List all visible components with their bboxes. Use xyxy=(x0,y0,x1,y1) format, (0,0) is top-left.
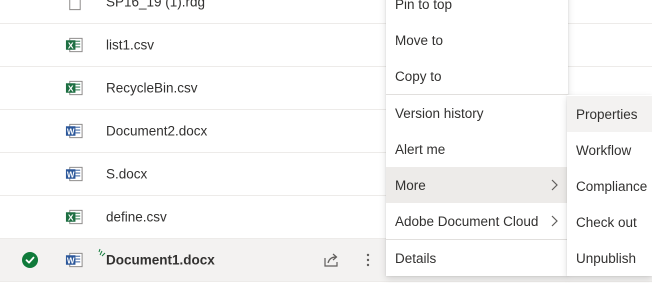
menu-item-adobe-document-cloud[interactable]: Adobe Document Cloud xyxy=(386,203,568,239)
file-name[interactable]: S.docx xyxy=(106,167,147,182)
menu-item-label: Alert me xyxy=(395,141,446,157)
row-select-checkbox[interactable] xyxy=(22,37,38,53)
submenu-item-properties[interactable]: Properties xyxy=(567,96,652,132)
svg-text:W: W xyxy=(67,127,75,136)
menu-item-label: Move to xyxy=(395,32,444,48)
menu-item-version-history[interactable]: Version history xyxy=(386,95,568,131)
menu-item-label: Compliance xyxy=(576,178,648,194)
row-select-checkbox[interactable] xyxy=(22,0,38,10)
menu-item-details[interactable]: Details xyxy=(386,240,568,276)
row-select-checkbox[interactable] xyxy=(22,123,38,139)
submenu-item-compliance[interactable]: Compliance xyxy=(567,168,652,204)
more-submenu: Properties Workflow Compliance Check out… xyxy=(567,95,652,276)
chevron-right-icon xyxy=(551,179,558,191)
menu-item-label: Pin to top xyxy=(395,0,453,12)
row-select-checkbox[interactable] xyxy=(22,80,38,96)
row-select-checkbox[interactable] xyxy=(22,209,38,225)
menu-item-move-to[interactable]: Move to xyxy=(386,22,568,58)
chevron-right-icon xyxy=(551,215,558,227)
menu-item-label: Details xyxy=(395,250,437,266)
svg-text:X: X xyxy=(68,83,74,93)
svg-text:X: X xyxy=(68,40,74,50)
file-name[interactable]: define.csv xyxy=(106,210,167,225)
menu-item-pin-to-top[interactable]: Pin to top xyxy=(386,0,568,22)
menu-item-label: Properties xyxy=(576,106,638,122)
file-name[interactable]: SP16_19 (1).rdg xyxy=(106,0,205,10)
menu-item-label: Adobe Document Cloud xyxy=(395,213,539,229)
menu-item-more[interactable]: More xyxy=(386,167,568,203)
svg-text:W: W xyxy=(67,170,75,179)
file-name[interactable]: RecycleBin.csv xyxy=(106,81,198,96)
menu-item-label: Unpublish xyxy=(576,250,637,266)
menu-item-label: Check out xyxy=(576,214,637,230)
submenu-item-unpublish[interactable]: Unpublish xyxy=(567,240,652,276)
word-file-icon: W xyxy=(65,123,83,139)
menu-item-alert-me[interactable]: Alert me xyxy=(386,131,568,167)
selected-check-icon[interactable] xyxy=(22,252,38,268)
svg-text:X: X xyxy=(68,212,74,222)
menu-item-label: Copy to xyxy=(395,68,442,84)
file-name[interactable]: Document1.docx xyxy=(106,253,215,268)
menu-item-label: More xyxy=(395,177,426,193)
generic-file-icon xyxy=(69,0,81,11)
share-icon[interactable] xyxy=(322,251,340,269)
word-file-icon: W xyxy=(65,166,83,182)
submenu-item-workflow[interactable]: Workflow xyxy=(567,132,652,168)
excel-file-icon: X xyxy=(65,209,83,225)
file-name[interactable]: Document2.docx xyxy=(106,124,207,139)
menu-item-label: Workflow xyxy=(576,142,632,158)
menu-item-copy-to[interactable]: Copy to xyxy=(386,58,568,94)
word-file-icon: W xyxy=(65,252,83,268)
excel-file-icon: X xyxy=(65,80,83,96)
menu-item-label: Version history xyxy=(395,105,484,121)
excel-file-icon: X xyxy=(65,37,83,53)
file-name[interactable]: list1.csv xyxy=(106,38,154,53)
context-menu: Pin to top Move to Copy to Version histo… xyxy=(386,0,568,276)
submenu-item-check-out[interactable]: Check out xyxy=(567,204,652,240)
row-select-checkbox[interactable] xyxy=(22,166,38,182)
svg-text:W: W xyxy=(67,256,75,265)
more-actions-icon[interactable] xyxy=(359,251,377,269)
